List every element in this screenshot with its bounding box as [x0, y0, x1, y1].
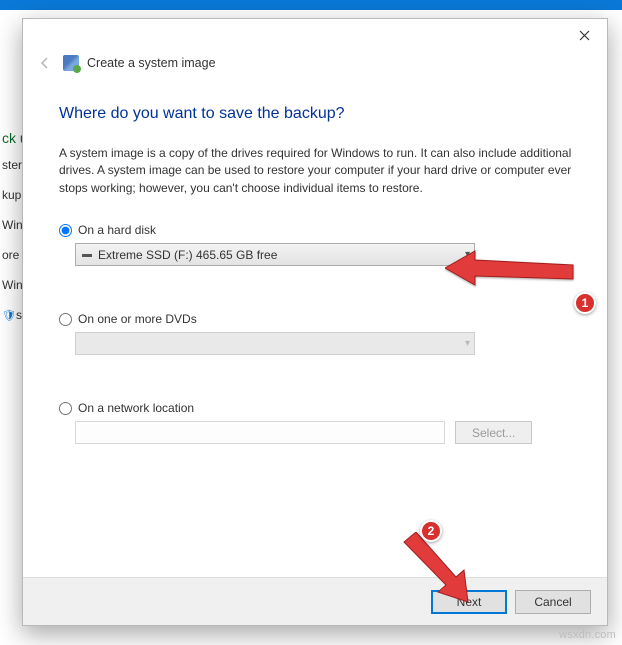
dialog-content: Where do you want to save the backup? A …	[23, 83, 607, 577]
page-heading: Where do you want to save the backup?	[59, 105, 575, 123]
option-hard-disk: On a hard disk ▬ Extreme SSD (F:) 465.65…	[59, 223, 575, 266]
shield-icon: 🛡	[2, 310, 16, 322]
option-network: On a network location Select...	[59, 401, 575, 444]
system-image-icon	[63, 55, 79, 71]
page-description: A system image is a copy of the drives r…	[59, 145, 575, 197]
background-sidebar-fragments: ster kup Win ore Win 🛡s	[0, 150, 22, 338]
bg-frag: Win	[2, 218, 22, 232]
radio-dvd-label[interactable]: On one or more DVDs	[78, 312, 197, 326]
dialog-footer: Next Cancel	[23, 577, 607, 625]
option-dvd: On one or more DVDs ▾	[59, 312, 575, 355]
cancel-button[interactable]: Cancel	[515, 590, 591, 614]
dvd-dropdown: ▾	[75, 332, 475, 355]
dialog-titlebar	[23, 19, 607, 51]
chevron-down-icon: ▾	[465, 249, 470, 260]
select-network-button: Select...	[455, 421, 532, 444]
dialog-title: Create a system image	[87, 56, 216, 70]
watermark: wsxdn.com	[559, 629, 616, 641]
wizard-dialog: Create a system image Where do you want …	[22, 18, 608, 626]
radio-network-label[interactable]: On a network location	[78, 401, 194, 415]
bg-frag: Win	[2, 278, 22, 292]
back-button[interactable]	[35, 53, 55, 73]
bg-frag: ster	[2, 158, 22, 172]
radio-hard-disk-label[interactable]: On a hard disk	[78, 223, 156, 237]
drive-dropdown[interactable]: ▬ Extreme SSD (F:) 465.65 GB free ▾	[75, 243, 475, 266]
bg-frag: ore	[2, 248, 22, 262]
chevron-down-icon: ▾	[465, 338, 470, 349]
hard-disk-icon: ▬	[82, 249, 92, 260]
dialog-header: Create a system image	[23, 51, 607, 83]
bg-frag: kup	[2, 188, 22, 202]
radio-hard-disk[interactable]	[59, 224, 72, 237]
next-button[interactable]: Next	[431, 590, 507, 614]
background-titlebar	[0, 0, 622, 10]
bg-frag: 🛡s	[2, 308, 22, 322]
network-path-input	[75, 421, 445, 444]
radio-dvd[interactable]	[59, 313, 72, 326]
close-button[interactable]	[567, 21, 601, 49]
radio-network[interactable]	[59, 402, 72, 415]
drive-dropdown-value: Extreme SSD (F:) 465.65 GB free	[98, 248, 277, 262]
